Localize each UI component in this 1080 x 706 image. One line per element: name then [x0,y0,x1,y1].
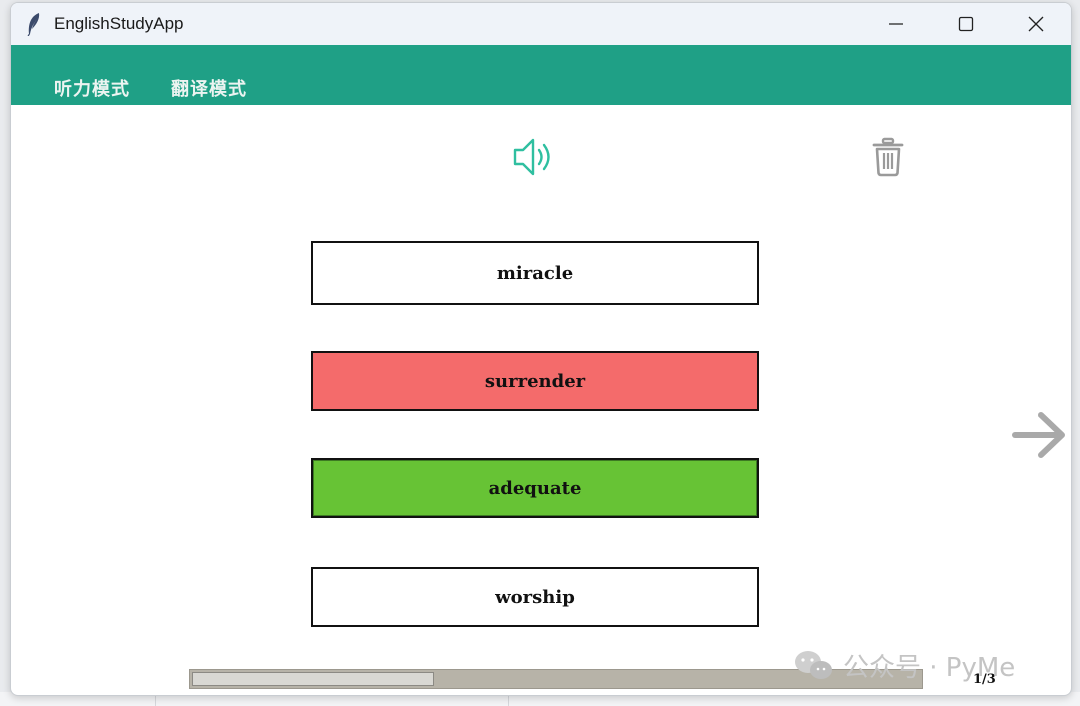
answer-option-label: adequate [488,477,582,499]
trash-icon[interactable] [871,137,905,177]
mode-menu-bar: 听力模式 翻译模式 [11,45,1071,105]
app-window: EnglishStudyApp 听力模式 翻译模式 miracle surren… [10,2,1072,696]
answer-option-label: miracle [496,262,574,284]
minimize-icon [889,23,903,25]
answer-option-label: surrender [484,370,586,392]
answer-option[interactable]: miracle [311,241,759,305]
progress-scrollbar-thumb[interactable] [192,672,434,686]
answer-option-correct[interactable]: adequate [311,458,759,518]
menu-listening-mode[interactable]: 听力模式 [54,75,130,101]
close-icon [1028,16,1044,32]
title-bar[interactable]: EnglishStudyApp [11,3,1071,45]
wechat-icon [795,650,832,679]
answer-option-wrong[interactable]: surrender [311,351,759,411]
maximize-button[interactable] [931,3,1001,45]
answer-option[interactable]: worship [311,567,759,627]
watermark: 公众号 · PyMe [793,647,1015,684]
minimize-button[interactable] [861,3,931,45]
speaker-icon[interactable] [511,135,559,179]
answer-option-label: worship [495,586,575,608]
watermark-text: 公众号 · PyMe [843,653,1016,683]
maximize-icon [958,16,974,32]
arrow-right-icon[interactable] [1011,407,1069,463]
menu-translation-mode[interactable]: 翻译模式 [171,75,247,101]
window-title: EnglishStudyApp [54,14,184,33]
close-button[interactable] [1001,3,1071,45]
feather-icon [27,13,40,36]
